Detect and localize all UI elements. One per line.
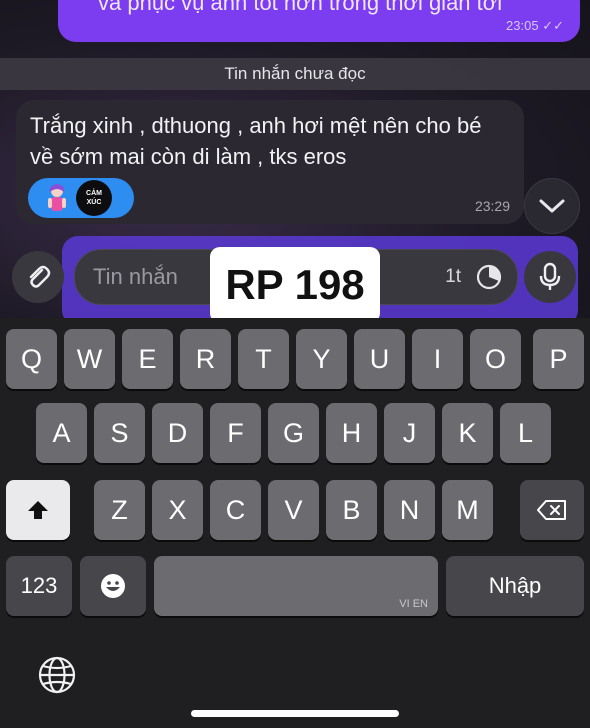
key-x[interactable]: X [152,480,203,540]
key-f[interactable]: F [210,403,261,463]
paperclip-icon [29,265,51,288]
key-e[interactable]: E [122,329,173,389]
incoming-message-text: Trắng xinh , dthuong , anh hơi mệt nên c… [30,113,482,169]
key-c[interactable]: C [210,480,261,540]
outgoing-message-bubble[interactable]: và phục vụ anh tốt hơn trong thời gian t… [58,0,580,42]
outgoing-message-text: và phục vụ anh tốt hơn trong thời gian t… [98,0,503,15]
message-input-placeholder: Tin nhắn [93,264,178,289]
overlay-label: RP 198 [210,247,380,318]
key-z[interactable]: Z [94,480,145,540]
key-a[interactable]: A [36,403,87,463]
key-r[interactable]: R [180,329,231,389]
key-g[interactable]: G [268,403,319,463]
space-key[interactable]: VI EN [154,556,438,616]
key-w[interactable]: W [64,329,115,389]
backspace-key[interactable] [520,480,584,540]
voice-record-button[interactable] [524,251,576,303]
keyboard: Q W E R T Y U I O P A S D F G H J K L Z … [0,318,590,728]
key-v[interactable]: V [268,480,319,540]
key-o[interactable]: O [470,329,521,389]
incoming-message-time: 23:29 [474,198,510,214]
key-d[interactable]: D [152,403,203,463]
emoji-icon [101,574,125,598]
key-t[interactable]: T [238,329,289,389]
shift-arrow-icon [28,501,48,519]
sticker-reaction-pill[interactable]: CẢM XÚC [28,178,134,218]
return-key[interactable]: Nhập [446,556,584,616]
globe-icon[interactable] [36,654,78,696]
read-checkmarks-icon: ✓✓ [542,18,564,33]
self-destruct-timer-value: 1t [445,266,461,287]
anime-sticker-icon [48,184,66,211]
microphone-icon [539,262,561,290]
keyboard-language-label: VI EN [399,598,428,610]
emoji-key[interactable] [80,556,146,616]
timer-icon[interactable] [475,263,503,291]
incoming-message-bubble[interactable]: Trắng xinh , dthuong , anh hơi mệt nên c… [16,100,524,224]
key-n[interactable]: N [384,480,435,540]
key-h[interactable]: H [326,403,377,463]
key-p[interactable]: P [533,329,584,389]
key-j[interactable]: J [384,403,435,463]
shift-key[interactable] [6,480,70,540]
home-indicator[interactable] [191,710,399,717]
numbers-key[interactable]: 123 [6,556,72,616]
key-m[interactable]: M [442,480,493,540]
key-i[interactable]: I [412,329,463,389]
chevron-down-icon [539,199,565,213]
key-u[interactable]: U [354,329,405,389]
emotion-badge: CẢM XÚC [76,180,112,216]
key-l[interactable]: L [500,403,551,463]
attach-button[interactable] [12,251,64,303]
unread-separator: Tin nhắn chưa đọc [0,58,590,90]
outgoing-message-time: 23:05 ✓✓ [506,18,564,33]
chat-area: và phục vụ anh tốt hơn trong thời gian t… [0,0,590,318]
key-b[interactable]: B [326,480,377,540]
key-k[interactable]: K [442,403,493,463]
backspace-icon [537,500,566,520]
scroll-down-button[interactable] [524,178,580,234]
key-y[interactable]: Y [296,329,347,389]
key-q[interactable]: Q [6,329,57,389]
key-s[interactable]: S [94,403,145,463]
